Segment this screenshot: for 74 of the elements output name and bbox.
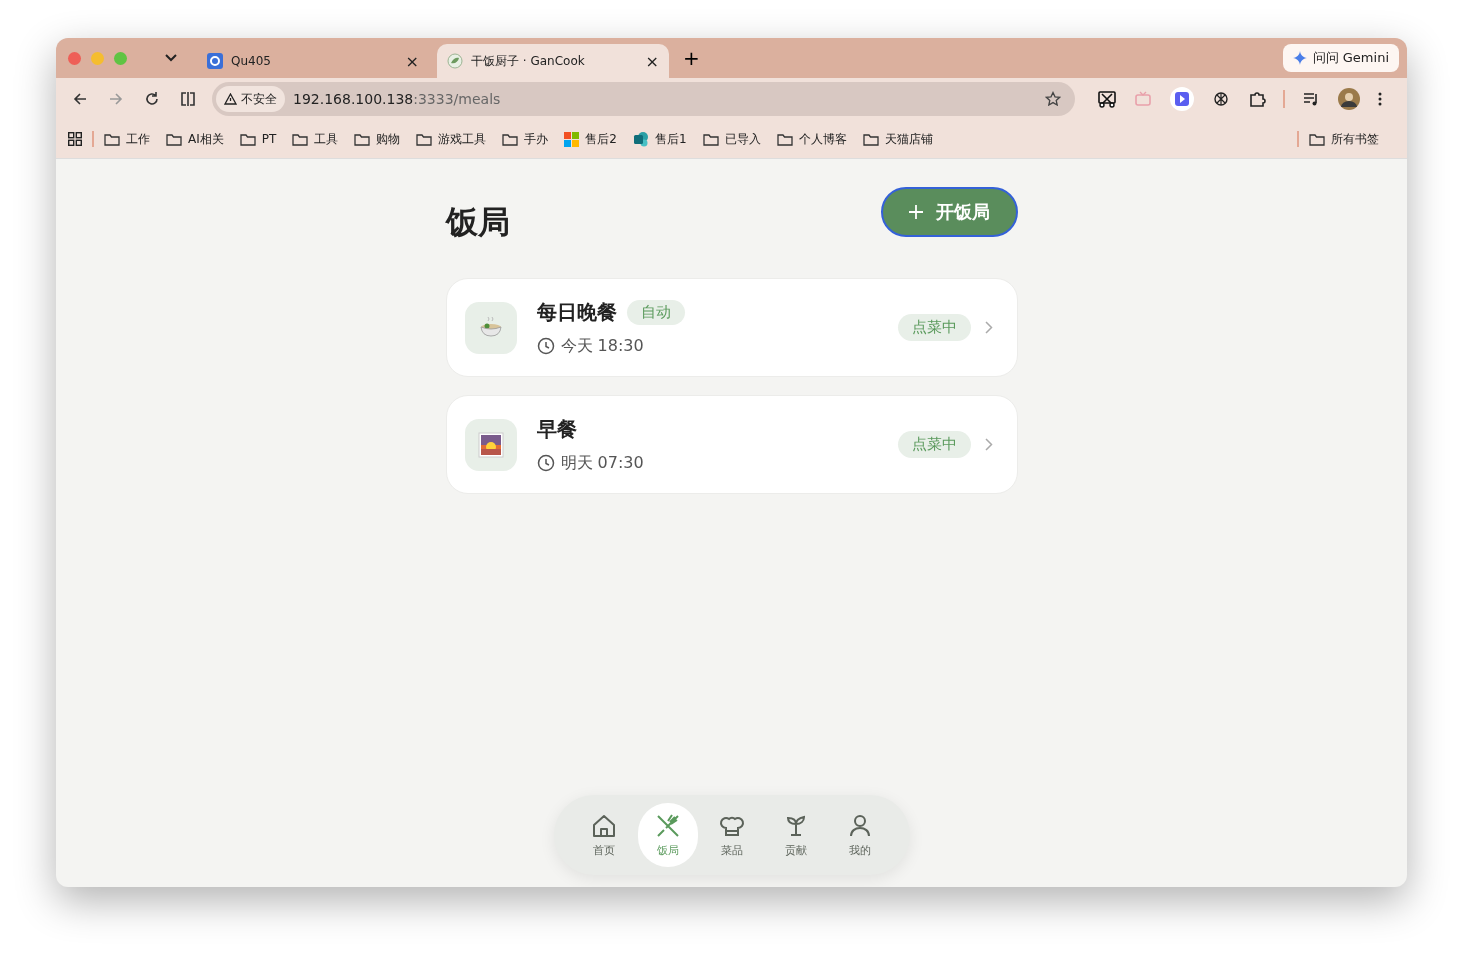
clock-icon [536,337,555,355]
bookmark[interactable]: 工作 [104,130,150,148]
star-icon[interactable] [1045,91,1061,107]
folder-icon [1309,132,1325,146]
playlist-icon[interactable] [1302,90,1320,108]
home-icon [590,812,617,839]
nav-item[interactable]: 饭局 [637,803,698,867]
folder-icon [354,132,371,146]
avatar-icon[interactable] [1338,88,1360,110]
meal-name: 早餐 [536,415,577,443]
all-bookmarks[interactable]: 所有书签 [1309,130,1379,148]
bookmark[interactable]: 售后1 [632,130,687,148]
sparkle-icon [1292,51,1307,65]
folder-icon [502,132,519,146]
meal-card[interactable]: 每日晚餐 自动 今天 18:30 点菜中 [445,278,1018,377]
more-icon[interactable] [1378,92,1382,106]
leaf-logo-icon [447,53,463,69]
app-badge-icon [632,131,649,147]
reload-icon[interactable] [144,91,160,107]
chevron-down-icon[interactable] [165,54,177,62]
clock-icon [536,454,555,472]
bookmark[interactable]: 个人博客 [776,130,847,148]
bookmark[interactable]: 天猫店铺 [862,130,933,148]
split-view-icon[interactable] [180,91,196,107]
apps-grid-icon[interactable] [68,132,82,146]
folder-icon [104,132,120,146]
back-icon[interactable] [72,91,88,107]
folder-icon [292,132,309,146]
folder-icon [702,132,719,146]
nav-item[interactable]: 我的 [829,803,890,867]
browser-tab[interactable]: Qu405 × [197,44,429,78]
meal-time: 明天 07:30 [560,452,644,474]
play-extension-icon[interactable] [1170,87,1194,111]
address-bar[interactable]: 不安全 192.168.100.138:3333/meals [212,82,1075,116]
status-tag: 点菜中 [897,431,971,458]
puzzle-icon[interactable] [1248,90,1266,108]
nav-item[interactable]: 首页 [573,803,634,867]
bookmark[interactable]: 购物 [354,130,401,148]
nav-item[interactable]: 贡献 [765,803,826,867]
close-tab-button[interactable]: × [645,51,659,71]
warning-icon [224,93,237,105]
folder-icon [776,132,793,146]
bookmark[interactable]: 游戏工具 [416,130,487,148]
meal-name: 每日晚餐 [536,298,617,326]
bookmark[interactable]: 工具 [292,130,339,148]
sunrise-icon [477,431,504,458]
auto-tag: 自动 [626,299,685,325]
meal-card[interactable]: 早餐 明天 07:30 点菜中 [445,395,1018,494]
fork-knife-icon [654,812,681,839]
nav-item[interactable]: 菜品 [701,803,762,867]
new-tab-button[interactable]: + [683,46,700,70]
bookmark[interactable]: PT [239,132,277,146]
security-chip[interactable]: 不安全 [216,86,285,112]
bookmark[interactable]: AI相关 [166,130,224,148]
new-meal-button[interactable]: 开饭局 [880,187,1018,237]
folder-icon [416,132,433,146]
four-squares-icon [564,131,580,147]
q-app-icon [207,53,223,69]
close-tab-button[interactable]: × [405,51,419,71]
page-title: 饭局 [445,202,510,243]
folder-icon [166,132,182,146]
bookmark[interactable]: 已导入 [702,130,761,148]
url-text: 192.168.100.138:3333/meals [293,91,502,107]
meal-time: 今天 18:30 [560,335,644,357]
bookmark[interactable]: 手办 [502,130,549,148]
browser-tab[interactable]: 干饭厨子 · GanCook × [437,44,669,78]
chevron-right-icon [984,321,993,334]
gemini-button[interactable]: 问问 Gemini [1282,44,1399,72]
folder-icon [239,132,256,146]
plus-icon [908,204,924,220]
folder-icon [862,132,879,146]
status-tag: 点菜中 [897,314,971,341]
chevron-right-icon [984,438,993,451]
bookmark[interactable]: 售后2 [564,130,617,148]
